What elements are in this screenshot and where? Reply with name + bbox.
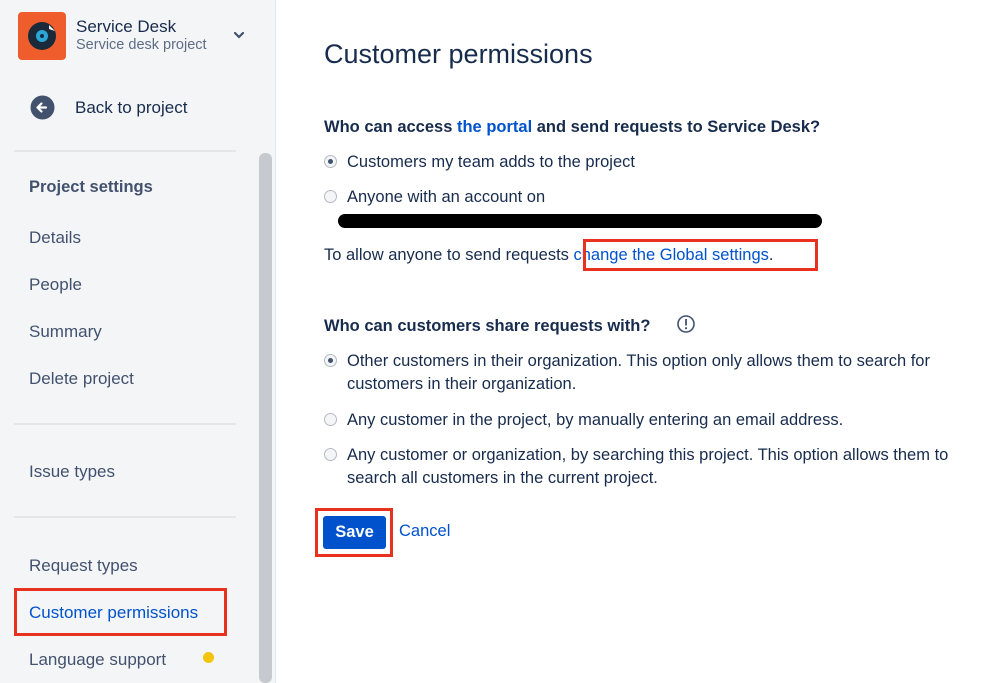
sidebar-item-request-types[interactable]: Request types	[29, 556, 138, 576]
sidebar-item-people[interactable]: People	[29, 275, 82, 295]
page-title: Customer permissions	[324, 39, 593, 69]
sidebar-divider	[14, 423, 236, 425]
sidebar-item-summary[interactable]: Summary	[29, 322, 102, 342]
info-icon[interactable]	[676, 314, 696, 334]
arrow-left-circle-icon	[30, 95, 55, 120]
radio-button[interactable]	[324, 354, 337, 367]
project-switcher[interactable]: Service Desk Service desk project	[18, 12, 258, 60]
back-to-project-link[interactable]: Back to project	[30, 94, 250, 122]
radio-button[interactable]	[324, 448, 337, 461]
radio-button[interactable]	[324, 190, 337, 203]
sidebar-item-language-support[interactable]: Language support	[29, 650, 166, 670]
share-requests-question: Who can customers share requests with?	[324, 317, 651, 335]
app-root: Service Desk Service desk project Back t…	[0, 0, 999, 683]
highlight-box	[583, 239, 818, 271]
access-option-anyone[interactable]: Anyone with an account on	[324, 186, 954, 209]
sidebar-divider	[14, 150, 236, 152]
question-text: Who can access	[324, 118, 457, 136]
sidebar: Service Desk Service desk project Back t…	[0, 0, 276, 683]
option-label: Any customer or organization, by searchi…	[347, 446, 949, 487]
sidebar-item-issue-types[interactable]: Issue types	[29, 462, 115, 482]
sidebar-item-delete-project[interactable]: Delete project	[29, 369, 134, 389]
share-option-email[interactable]: Any customer in the project, by manually…	[324, 409, 954, 432]
cancel-link[interactable]: Cancel	[399, 522, 450, 541]
project-avatar-icon	[18, 12, 66, 60]
radio-button[interactable]	[324, 155, 337, 168]
option-label: Anyone with an account on	[347, 188, 546, 206]
sidebar-divider	[14, 516, 236, 518]
highlight-box	[315, 508, 393, 557]
sidebar-scrollbar[interactable]	[259, 153, 272, 683]
share-option-organization[interactable]: Other customers in their organization. T…	[324, 350, 954, 396]
radio-button[interactable]	[324, 413, 337, 426]
redacted-url	[338, 214, 822, 228]
project-type: Service desk project	[76, 37, 207, 53]
highlight-box	[14, 588, 227, 636]
share-option-search[interactable]: Any customer or organization, by searchi…	[324, 444, 954, 490]
question-text: and send requests to Service Desk?	[532, 118, 821, 136]
option-label: Other customers in their organization. T…	[347, 352, 930, 393]
access-option-team-adds[interactable]: Customers my team adds to the project	[324, 151, 954, 174]
project-settings-heading: Project settings	[29, 178, 153, 196]
project-name: Service Desk	[76, 17, 177, 36]
sidebar-item-details[interactable]: Details	[29, 228, 81, 248]
chevron-down-icon[interactable]	[232, 28, 246, 42]
note-text: To allow anyone to send requests	[324, 246, 574, 264]
portal-link[interactable]: the portal	[457, 118, 532, 136]
option-label: Any customer in the project, by manually…	[347, 411, 844, 429]
option-label: Customers my team adds to the project	[347, 153, 635, 171]
back-to-project-label: Back to project	[75, 98, 188, 117]
notice-dot-icon	[203, 652, 214, 663]
main-content: Customer permissions Who can access the …	[276, 0, 999, 683]
portal-access-question: Who can access the portal and send reque…	[324, 118, 820, 137]
